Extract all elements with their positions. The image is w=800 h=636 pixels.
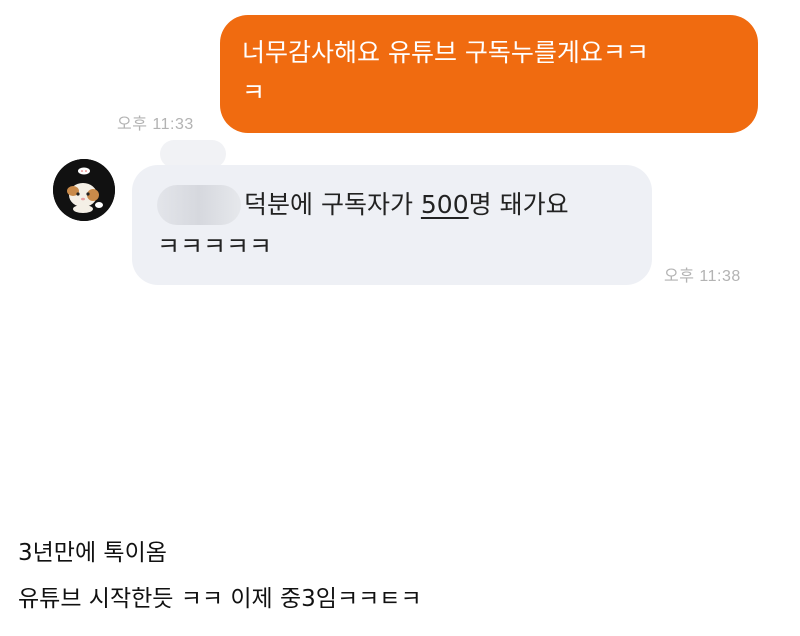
received-message-line1: 덕분에 구독자가 500명 돼가요 — [244, 185, 569, 225]
sent-message-bubble[interactable]: 너무감사해요 유튜브 구독누를게요ㅋㅋ ㅋ — [220, 15, 758, 133]
sent-message-text: 너무감사해요 유튜브 구독누를게요ㅋㅋ ㅋ — [242, 38, 649, 107]
sender-avatar[interactable] — [53, 159, 115, 221]
redacted-area — [160, 140, 226, 168]
received-message-bubble[interactable]: 덕분에 구독자가 500명 돼가요 ㅋㅋㅋㅋㅋ — [132, 165, 652, 285]
subscriber-count: 500 — [420, 190, 469, 219]
sent-message-time: 오후 11:33 — [117, 116, 194, 133]
chat-screen: { "chat": { "sent_message": { "text": "너… — [0, 0, 800, 636]
redacted-name — [157, 185, 241, 225]
received-message-time: 오후 11:38 — [664, 268, 741, 285]
received-message-line2: ㅋㅋㅋㅋㅋ — [157, 232, 273, 261]
received-text-after: 명 돼가요 — [468, 190, 569, 219]
received-text-before: 덕분에 구독자가 — [244, 190, 421, 219]
avatar-hamster-icon — [53, 159, 115, 221]
caption-line2: 유튜브 시작한듯 ㅋㅋ 이제 중3임ㅋㅋㅌㅋ — [18, 586, 422, 612]
caption-line1: 3년만에 톡이옴 — [18, 540, 167, 566]
